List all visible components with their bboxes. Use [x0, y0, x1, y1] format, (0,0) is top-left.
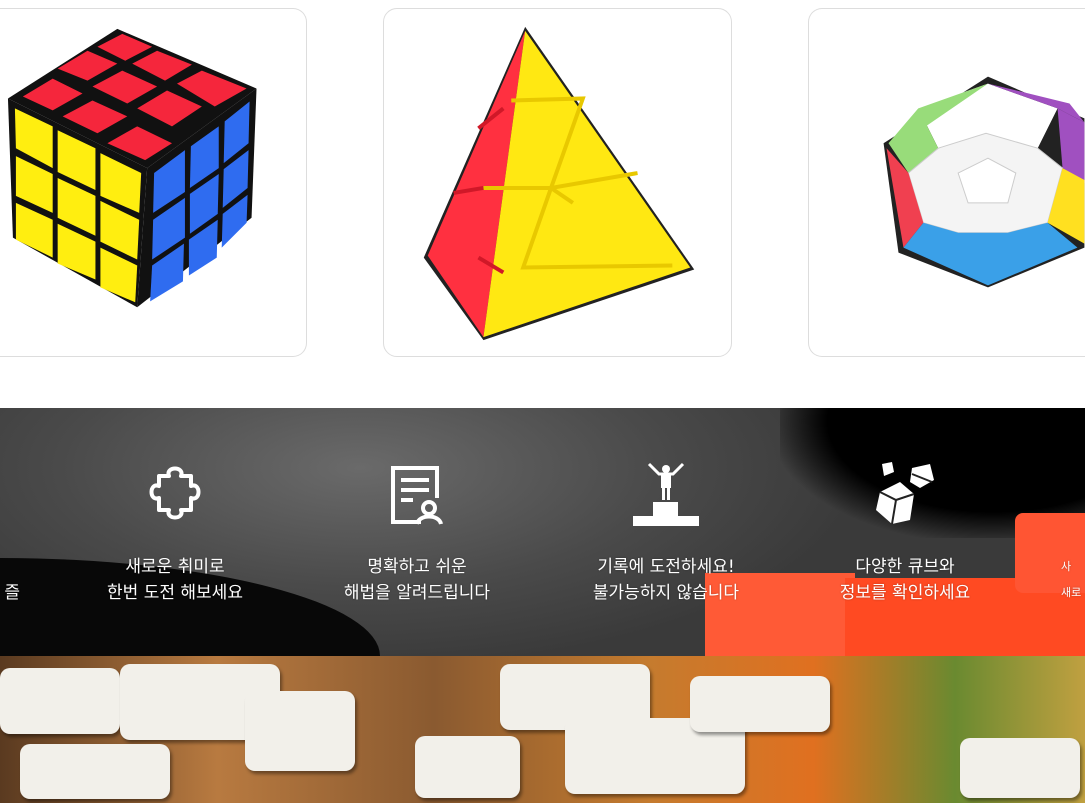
rubiks-cube-image — [7, 28, 257, 308]
feature-line1: 명확하고 쉬운 — [367, 557, 467, 577]
features-banner: 즐 새로운 취미로한번 도전 해보세요 명확하고 쉬운해법을 알려드립니다 기록… — [0, 408, 1085, 656]
feature-line2: 즐 — [4, 583, 20, 603]
feature-line2: 불가능하지 않습니다 — [592, 583, 740, 603]
feature-line1: 사 — [1061, 560, 1072, 573]
pyraminx-image — [423, 26, 695, 341]
feature-line1 — [0, 554, 20, 580]
feature-line1: 기록에 도전하세요! — [597, 557, 735, 577]
cubes-icon — [876, 462, 934, 525]
feature-item-partial-left: 즐 — [0, 460, 20, 606]
feature-item-new-hobby: 새로운 취미로한번 도전 해보세요 — [65, 460, 285, 606]
product-card-pyraminx[interactable] — [383, 8, 732, 357]
product-card-3x3-cube[interactable] — [0, 8, 307, 357]
podium-winner-icon — [633, 462, 699, 526]
feature-line2: 한번 도전 해보세요 — [107, 583, 243, 603]
document-user-icon — [391, 466, 443, 525]
feature-item-partial-right: 사새로 — [1061, 460, 1085, 606]
megaminx-image — [883, 76, 1085, 288]
product-card-megaminx[interactable] — [808, 8, 1085, 357]
feature-item-clear-solutions: 명확하고 쉬운해법을 알려드립니다 — [307, 460, 527, 606]
feature-line1: 다양한 큐브와 — [855, 557, 955, 577]
puzzle-piece-icon — [149, 466, 201, 520]
feature-item-various-cubes: 다양한 큐브와정보를 확인하세요 — [795, 460, 1015, 606]
jigsaw-puzzle-background-image — [0, 656, 1085, 803]
feature-line2: 정보를 확인하세요 — [839, 583, 971, 603]
feature-line2: 해법을 알려드립니다 — [343, 583, 491, 603]
feature-line1: 새로운 취미로 — [125, 557, 225, 577]
feature-item-records: 기록에 도전하세요! 불가능하지 않습니다 — [556, 460, 776, 606]
feature-line2: 새로 — [1061, 586, 1082, 599]
